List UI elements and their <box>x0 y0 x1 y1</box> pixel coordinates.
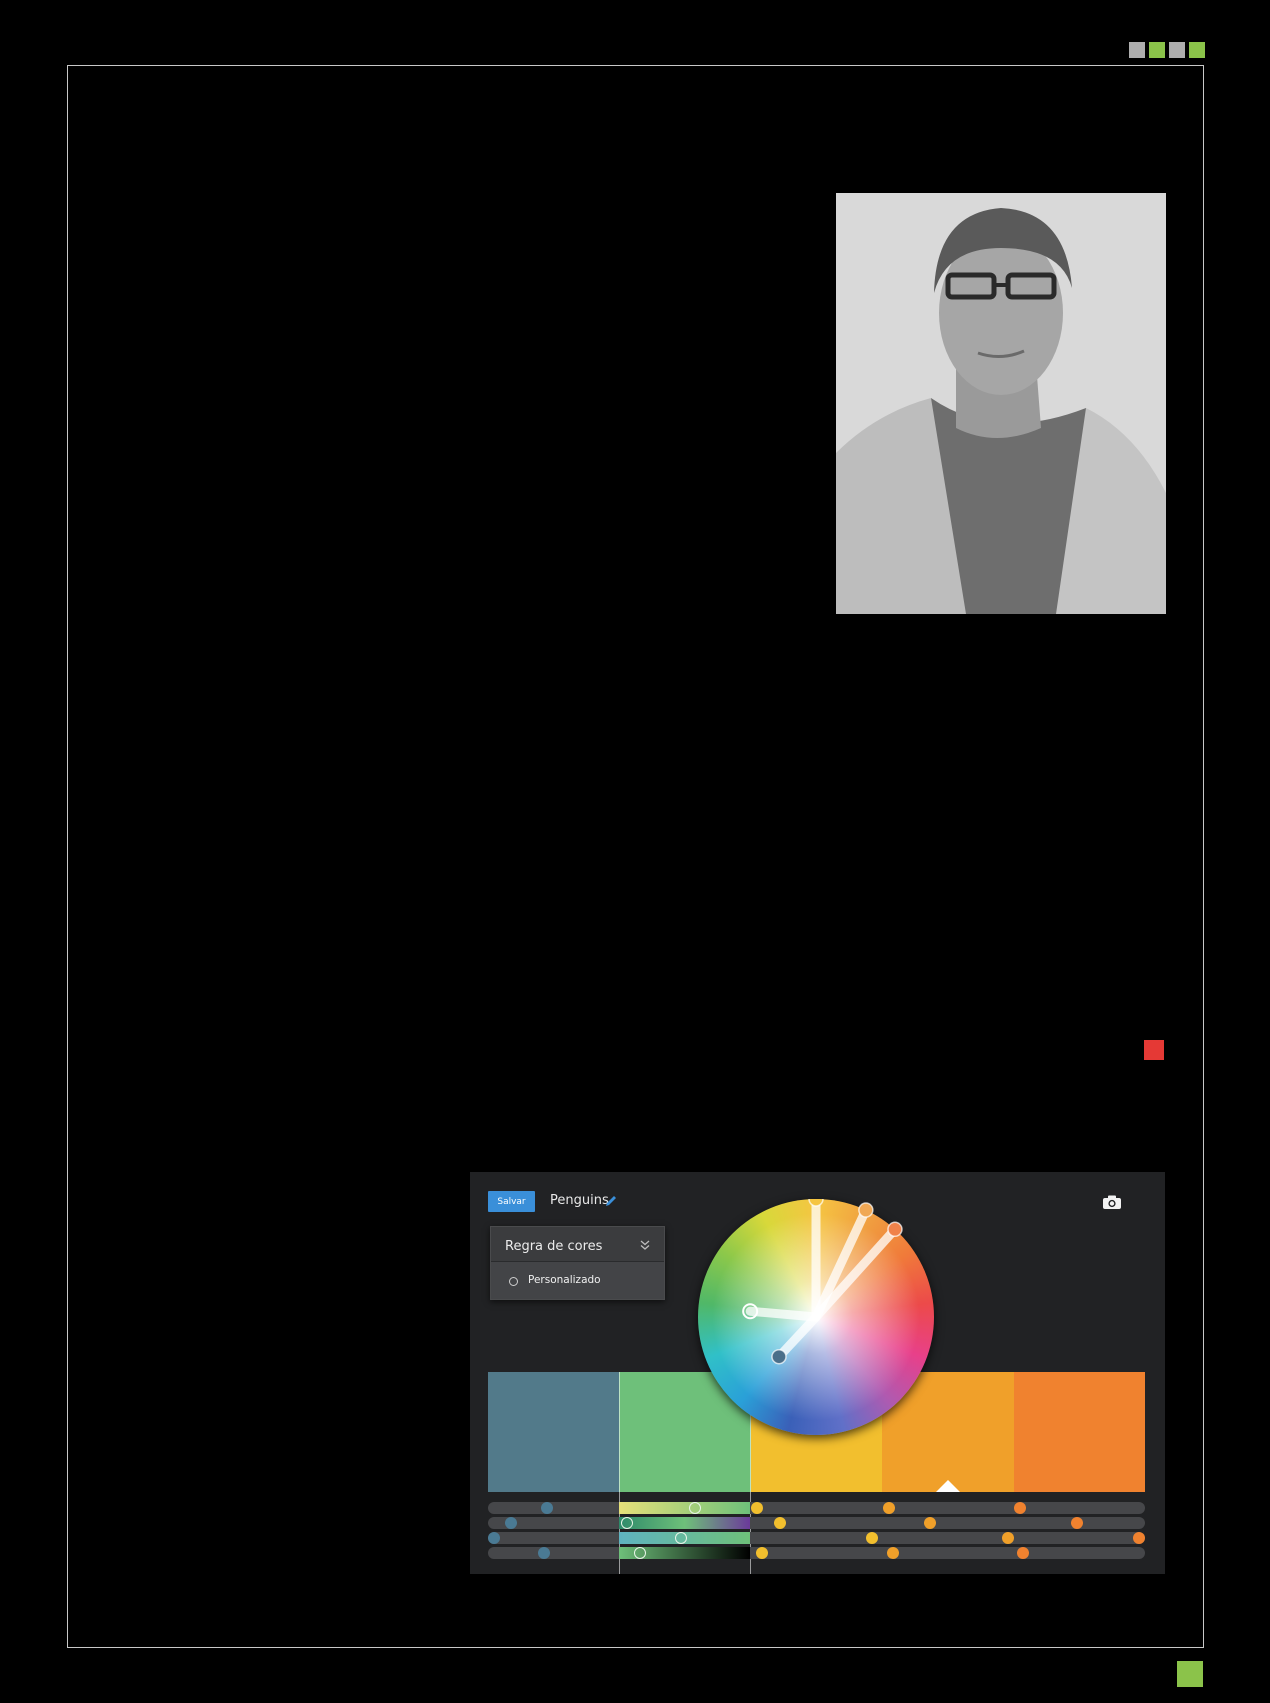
pencil-icon[interactable] <box>604 1194 618 1208</box>
wheel-ray <box>774 1312 821 1362</box>
corner-square <box>1129 42 1145 58</box>
slider-handle[interactable] <box>882 1502 895 1514</box>
slider-handle[interactable] <box>537 1547 550 1559</box>
slider-row[interactable] <box>487 1532 1146 1544</box>
color-swatch[interactable] <box>1013 1372 1146 1492</box>
selected-swatch-pointer <box>935 1480 960 1492</box>
color-wheel-app: Salvar Penguins Regra de cores Personali… <box>470 1172 1165 1574</box>
wheel-handle[interactable] <box>771 1348 787 1365</box>
camera-icon[interactable] <box>1102 1194 1122 1210</box>
radio-icon[interactable] <box>509 1277 518 1286</box>
chevron-down-icon[interactable] <box>640 1239 650 1251</box>
slider-handle[interactable] <box>674 1532 687 1544</box>
slider-row[interactable] <box>488 1547 1145 1559</box>
rule-option-custom[interactable]: Personalizado <box>491 1262 664 1299</box>
slider-track[interactable] <box>488 1547 1145 1559</box>
save-button[interactable]: Salvar <box>488 1191 535 1212</box>
slider-track[interactable] <box>488 1517 1145 1529</box>
slider-handle[interactable] <box>504 1517 517 1529</box>
theme-name[interactable]: Penguins <box>550 1193 609 1208</box>
slider-row[interactable] <box>488 1502 1145 1514</box>
slider-track-active[interactable] <box>619 1517 750 1529</box>
red-end-marker <box>1144 1040 1164 1060</box>
portrait-photo <box>836 193 1166 614</box>
slider-handle[interactable] <box>487 1532 500 1544</box>
page-corner-squares <box>1129 42 1205 58</box>
wheel-handle[interactable] <box>887 1221 903 1238</box>
slider-row[interactable] <box>488 1517 1145 1529</box>
slider-handle[interactable] <box>1070 1517 1083 1529</box>
wheel-handle[interactable] <box>858 1202 874 1218</box>
slider-track[interactable] <box>488 1502 1145 1514</box>
green-footer-square <box>1177 1661 1203 1687</box>
portrait-illustration <box>836 193 1166 614</box>
color-rule-title: Regra de cores <box>505 1239 603 1254</box>
slider-track[interactable] <box>488 1532 1145 1544</box>
slider-track-active[interactable] <box>619 1502 750 1514</box>
slider-handle[interactable] <box>1133 1532 1146 1544</box>
color-rule-dropdown[interactable]: Regra de cores Personalizado <box>490 1226 665 1300</box>
color-sliders <box>487 1502 1146 1572</box>
slider-handle[interactable] <box>688 1502 701 1514</box>
corner-square <box>1189 42 1205 58</box>
color-swatch[interactable] <box>488 1372 620 1492</box>
wheel-ray <box>745 1306 821 1322</box>
corner-square <box>1149 42 1165 58</box>
corner-square <box>1169 42 1185 58</box>
color-wheel-overlay <box>742 1191 903 1365</box>
color-wheel[interactable] <box>698 1191 934 1435</box>
rule-option-label: Personalizado <box>528 1274 601 1286</box>
wheel-handle[interactable] <box>808 1191 824 1207</box>
slider-handle[interactable] <box>755 1547 768 1559</box>
